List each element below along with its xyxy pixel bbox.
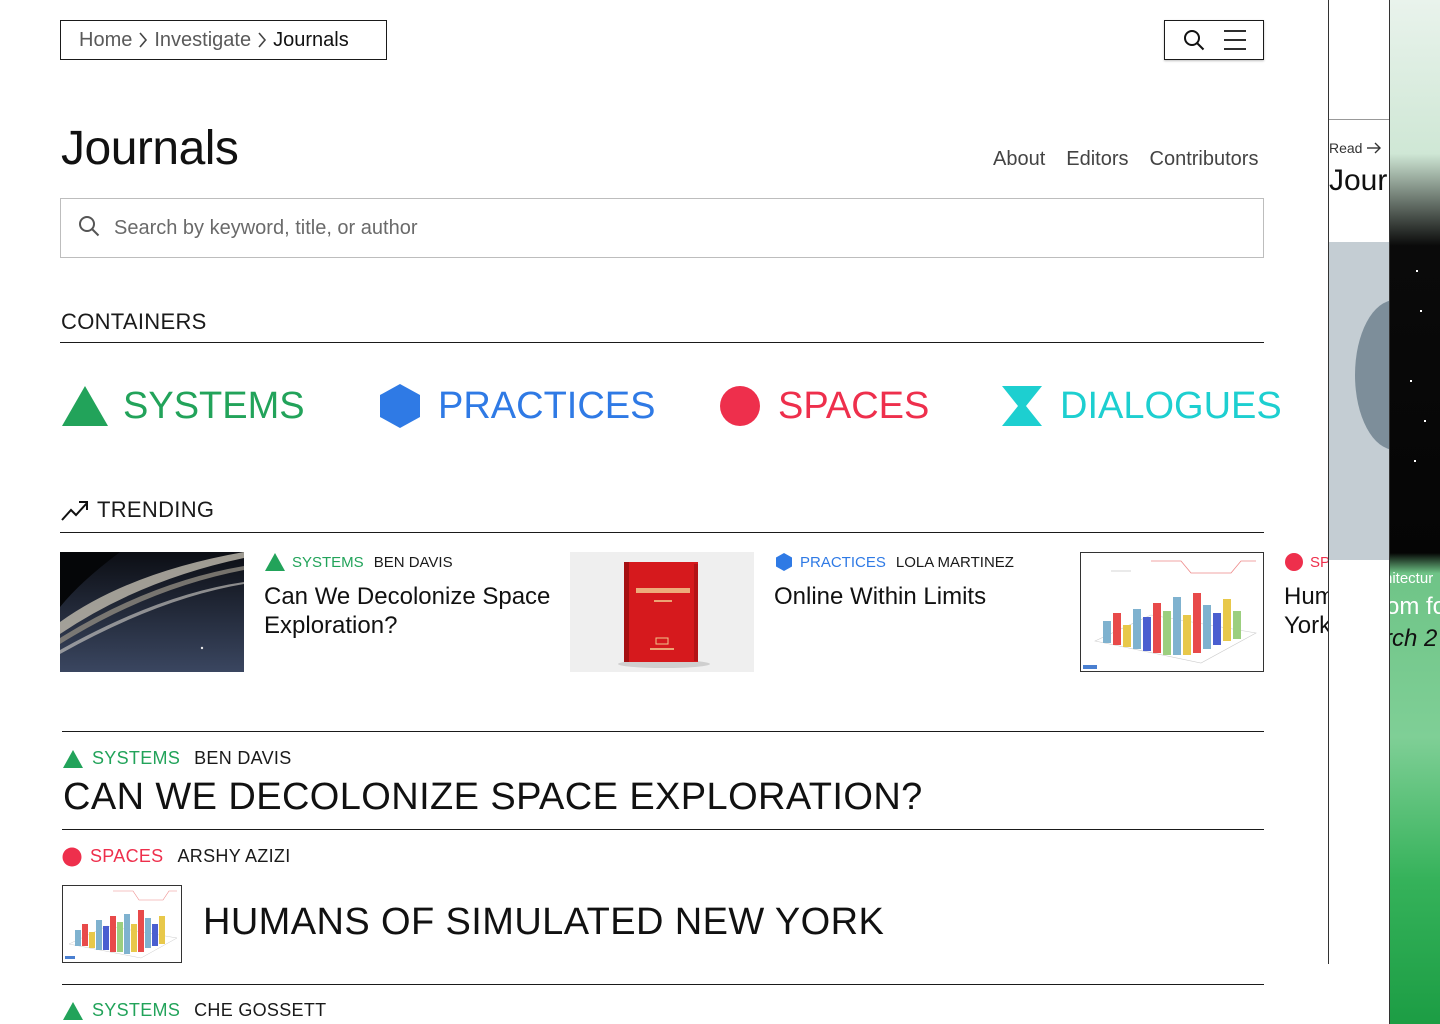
- chevron-right-icon: [132, 32, 154, 48]
- side-panel-text: nitectur: [1390, 570, 1434, 587]
- tag-label: SYSTEMS: [292, 553, 364, 571]
- search-icon: [78, 215, 100, 242]
- trending-meta: SP: [1284, 552, 1328, 572]
- search-box: [60, 198, 1264, 258]
- triangle-icon: [62, 386, 108, 426]
- article-title[interactable]: CAN WE DECOLONIZE SPACE EXPLORATION?: [63, 776, 923, 819]
- tag-label: SYSTEMS: [92, 748, 181, 768]
- triangle-icon: [63, 749, 83, 768]
- read-link[interactable]: Read: [1329, 140, 1382, 156]
- circle-icon: [1285, 553, 1303, 571]
- tag-label: SYSTEMS: [92, 1000, 181, 1020]
- search-icon[interactable]: [1179, 25, 1209, 55]
- divider: [62, 829, 1264, 830]
- author-name[interactable]: BEN DAVIS: [374, 554, 453, 571]
- nav-editors[interactable]: Editors: [1066, 148, 1128, 171]
- article-meta: SYSTEMS BEN DAVIS: [62, 748, 292, 769]
- container-label: SYSTEMS: [123, 384, 305, 427]
- red-book-image[interactable]: [570, 552, 754, 672]
- divider: [62, 984, 1264, 985]
- breadcrumb: Home Investigate Journals: [60, 20, 387, 60]
- side-panel-preview[interactable]: Read Jour: [1328, 0, 1390, 964]
- trending-label: TRENDING: [97, 497, 215, 522]
- tag-label: SPACES: [90, 846, 164, 866]
- circle-icon: [62, 847, 82, 866]
- divider: [60, 532, 1264, 533]
- side-panel-text: om fo: [1389, 593, 1440, 620]
- container-label: DIALOGUES: [1060, 384, 1282, 427]
- header-actions: [1164, 20, 1264, 60]
- trending-title[interactable]: Can We Decolonize Space Exploration?: [264, 582, 564, 640]
- triangle-icon: [265, 553, 285, 571]
- hexagon-icon: [776, 553, 792, 571]
- article-meta: SYSTEMS CHE GOSSETT: [62, 1000, 326, 1021]
- container-label: SPACES: [778, 384, 930, 427]
- side-panel-preview[interactable]: nitectur om fo rch 2: [1389, 0, 1440, 1024]
- article-meta: SPACES ARSHY AZIZI: [62, 846, 291, 867]
- menu-icon[interactable]: [1220, 25, 1250, 55]
- hourglass-icon: [1002, 386, 1042, 426]
- breadcrumb-current: Journals: [273, 28, 349, 51]
- container-spaces[interactable]: SPACES: [716, 383, 929, 429]
- tag-practices[interactable]: PRACTICES: [774, 552, 886, 572]
- tag-spaces[interactable]: SP: [1284, 552, 1328, 572]
- hexagon-icon: [380, 384, 420, 428]
- triangle-icon: [63, 1001, 83, 1020]
- container-label: PRACTICES: [438, 384, 656, 427]
- breadcrumb-home[interactable]: Home: [79, 29, 132, 52]
- tag-systems[interactable]: SYSTEMS: [264, 552, 364, 572]
- tag-systems[interactable]: SYSTEMS: [62, 748, 180, 769]
- chevron-right-icon: [251, 32, 273, 48]
- side-panel-text: rch 2: [1389, 625, 1438, 652]
- trending-meta: SYSTEMS BEN DAVIS: [264, 552, 453, 572]
- container-practices[interactable]: PRACTICES: [376, 383, 655, 429]
- trending-title-line: Hum: [1284, 583, 1328, 610]
- tag-systems[interactable]: SYSTEMS: [62, 1000, 180, 1021]
- divider: [60, 342, 1264, 343]
- title-nav: About Editors Contributors: [993, 148, 1258, 171]
- trending-title-line: York: [1284, 612, 1328, 639]
- page-title: Journals: [61, 122, 239, 175]
- tag-spaces[interactable]: SPACES: [62, 846, 164, 867]
- container-systems[interactable]: SYSTEMS: [61, 383, 305, 429]
- nav-about[interactable]: About: [993, 148, 1045, 171]
- saturn-rings-image[interactable]: [60, 552, 244, 672]
- trending-meta: PRACTICES LOLA MARTINEZ: [774, 552, 1014, 572]
- tag-label: PRACTICES: [800, 553, 886, 571]
- read-label: Read: [1329, 140, 1363, 156]
- side-panel-image: [1329, 242, 1390, 560]
- nav-contributors[interactable]: Contributors: [1150, 148, 1259, 171]
- 3d-bar-chart-image[interactable]: [1080, 552, 1264, 672]
- author-name[interactable]: ARSHY AZIZI: [178, 846, 291, 867]
- container-dialogues[interactable]: DIALOGUES: [998, 383, 1282, 429]
- arrow-right-icon: [1367, 142, 1382, 154]
- trending-heading: TRENDING: [61, 497, 214, 523]
- tag-label: SP: [1310, 553, 1328, 571]
- divider: [62, 731, 1264, 732]
- trending-title[interactable]: Online Within Limits: [774, 582, 1064, 611]
- author-name[interactable]: LOLA MARTINEZ: [896, 554, 1014, 571]
- author-name[interactable]: BEN DAVIS: [194, 748, 291, 769]
- breadcrumb-investigate[interactable]: Investigate: [154, 29, 251, 52]
- trending-title[interactable]: Hum York: [1284, 582, 1328, 640]
- article-title[interactable]: HUMANS OF SIMULATED NEW YORK: [203, 901, 884, 944]
- containers-heading: CONTAINERS: [61, 309, 207, 334]
- author-name[interactable]: CHE GOSSETT: [194, 1000, 326, 1021]
- trending-up-icon: [61, 501, 88, 521]
- search-input[interactable]: [114, 216, 1214, 240]
- 3d-bar-chart-image[interactable]: [62, 885, 182, 963]
- side-panel-title: Jour: [1329, 164, 1388, 197]
- circle-icon: [720, 386, 760, 426]
